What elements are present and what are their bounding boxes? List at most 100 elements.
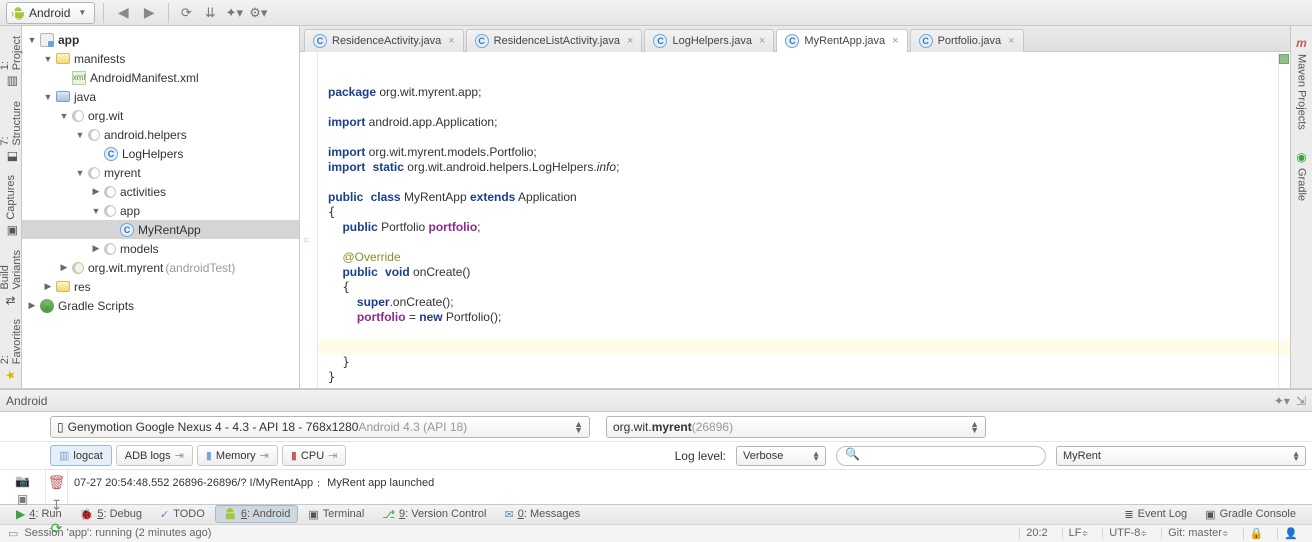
tree-node-models[interactable]: ▶models bbox=[22, 239, 299, 258]
rail-favorites[interactable]: ★2: Favorites bbox=[0, 313, 25, 388]
right-tool-rail: mMaven Projects ◉Gradle bbox=[1290, 26, 1312, 388]
code-editor[interactable]: ○ package org.wit.myrent.app; import and… bbox=[300, 52, 1290, 388]
tree-node-loghelpers[interactable]: ·CLogHelpers bbox=[22, 144, 299, 163]
history-forward-button[interactable]: ▶ bbox=[138, 2, 160, 24]
hide-icon[interactable]: ⇲ bbox=[1296, 394, 1306, 408]
status-icon[interactable]: ▭ bbox=[8, 527, 18, 540]
device-combo[interactable]: ▯ Genymotion Google Nexus 4 - 4.3 - API … bbox=[50, 416, 590, 438]
package-icon bbox=[72, 262, 84, 274]
tree-node-app-pkg[interactable]: ▼app bbox=[22, 201, 299, 220]
logcat-output[interactable]: 📷 ▣ 🗑 ↧ ⟳ 07-27 20:54:48.552 26896-26896… bbox=[0, 470, 1312, 504]
adb-logs-tab[interactable]: ADB logs ⇥ bbox=[116, 445, 193, 466]
git-branch[interactable]: Git: master ≑ bbox=[1161, 527, 1235, 539]
tree-node-manifest-file[interactable]: ·xmlAndroidManifest.xml bbox=[22, 68, 299, 87]
tool-gradleconsole[interactable]: ▣Gradle Console bbox=[1197, 506, 1304, 523]
tool-debug[interactable]: 🐞5: Debug bbox=[72, 506, 150, 523]
tool-messages[interactable]: ✉0: Messages bbox=[496, 506, 588, 523]
lock-icon[interactable]: 🔒 bbox=[1243, 527, 1270, 540]
tree-node-java[interactable]: ▼java bbox=[22, 87, 299, 106]
tab-loghelpers[interactable]: CLogHelpers.java× bbox=[644, 29, 774, 52]
tree-node-activities[interactable]: ▶activities bbox=[22, 182, 299, 201]
rail-structure[interactable]: ◧7: Structure bbox=[0, 95, 25, 170]
hector-icon[interactable]: 👤 bbox=[1277, 527, 1304, 540]
device-icon: ▯ bbox=[57, 420, 64, 434]
trash-icon[interactable]: 🗑 bbox=[48, 474, 66, 491]
restart-icon[interactable]: ⟳ bbox=[51, 520, 63, 537]
screen-record-icon[interactable]: ▣ bbox=[16, 492, 30, 506]
file-encoding[interactable]: UTF-8≑ bbox=[1102, 527, 1153, 539]
collapse-icon[interactable]: ⇊ bbox=[201, 4, 219, 22]
gear-icon[interactable]: ✦▾ bbox=[1274, 394, 1290, 408]
log-filter-combo[interactable]: MyRent▲▼ bbox=[1056, 446, 1306, 466]
tool-terminal[interactable]: ▣Terminal bbox=[300, 506, 372, 523]
screenshot-icon[interactable]: 📷 bbox=[16, 474, 30, 488]
rail-gradle[interactable]: ◉Gradle bbox=[1294, 144, 1310, 207]
tool-android[interactable]: 6: Android bbox=[215, 505, 299, 523]
tree-node-helpers[interactable]: ▼android.helpers bbox=[22, 125, 299, 144]
module-icon bbox=[40, 33, 54, 47]
eventlog-icon: ≣ bbox=[1124, 508, 1133, 521]
gear-icon[interactable]: ⚙▾ bbox=[249, 4, 267, 22]
cpu-icon: ▮ bbox=[291, 449, 297, 462]
history-back-button[interactable]: ◀ bbox=[112, 2, 134, 24]
close-icon[interactable]: × bbox=[627, 35, 633, 47]
cpu-tab[interactable]: ▮CPU ⇥ bbox=[282, 445, 347, 466]
memory-tab[interactable]: ▮Memory ⇥ bbox=[197, 445, 278, 466]
bottom-toolbar: ▶4: Run 🐞5: Debug ✓TODO 6: Android ▣Term… bbox=[0, 504, 1312, 524]
caret-position[interactable]: 20:2 bbox=[1019, 527, 1053, 539]
dropdown-icon: ▲▼ bbox=[812, 451, 820, 461]
process-combo[interactable]: org.wit.myrent (26896) ▲▼ bbox=[606, 416, 986, 438]
run-config-combo[interactable]: Android ▼ bbox=[6, 2, 95, 24]
close-icon[interactable]: × bbox=[448, 35, 454, 47]
sync-icon[interactable]: ⟳ bbox=[177, 4, 195, 22]
rail-project[interactable]: ▤1: Project bbox=[0, 30, 25, 94]
override-marker-icon[interactable]: ○ bbox=[303, 235, 309, 246]
tab-residencelistactivity[interactable]: CResidenceListActivity.java× bbox=[466, 29, 643, 52]
class-icon: C bbox=[653, 34, 667, 48]
tool-todo[interactable]: ✓TODO bbox=[152, 506, 213, 523]
console-icon: ▣ bbox=[1205, 508, 1215, 521]
terminal-icon: ▣ bbox=[308, 508, 318, 521]
tab-portfolio[interactable]: CPortfolio.java× bbox=[910, 29, 1024, 52]
rail-maven[interactable]: mMaven Projects bbox=[1294, 30, 1310, 136]
tool-eventlog[interactable]: ≣Event Log bbox=[1116, 506, 1195, 523]
captures-icon: ▣ bbox=[4, 225, 18, 236]
tree-node-myrentapp[interactable]: ·CMyRentApp bbox=[22, 220, 299, 239]
close-icon[interactable]: × bbox=[1008, 35, 1014, 47]
close-icon[interactable]: × bbox=[892, 35, 898, 47]
log-search-input[interactable]: 🔍 bbox=[836, 446, 1046, 466]
tree-node-gradle[interactable]: ▶Gradle Scripts bbox=[22, 296, 299, 315]
settings-icon[interactable]: ✦▾ bbox=[225, 4, 243, 22]
tab-residenceactivity[interactable]: CResidenceActivity.java× bbox=[304, 29, 464, 52]
variants-icon: ⇅ bbox=[4, 295, 18, 305]
tab-myrentapp[interactable]: CMyRentApp.java× bbox=[776, 29, 907, 52]
error-stripe[interactable] bbox=[1278, 52, 1290, 388]
tool-vcs[interactable]: ⎇9: Version Control bbox=[374, 506, 494, 523]
close-icon[interactable]: × bbox=[759, 35, 765, 47]
tree-node-myrent[interactable]: ▼myrent bbox=[22, 163, 299, 182]
line-separator[interactable]: LF≑ bbox=[1062, 527, 1095, 539]
code-content: package org.wit.myrent.app; import andro… bbox=[318, 52, 1290, 388]
rail-captures[interactable]: ▣Captures bbox=[3, 169, 19, 244]
pin-icon: ⇥ bbox=[260, 449, 269, 462]
logcat-tab[interactable]: ▥logcat bbox=[50, 445, 112, 466]
tree-node-manifests[interactable]: ▼manifests bbox=[22, 49, 299, 68]
dropdown-icon: ▲▼ bbox=[1292, 451, 1300, 461]
logcat-toolbar: ▥logcat ADB logs ⇥ ▮Memory ⇥ ▮CPU ⇥ Log … bbox=[0, 442, 1312, 470]
divider bbox=[168, 3, 169, 23]
tree-node-app[interactable]: ▼app bbox=[22, 30, 299, 49]
project-tree[interactable]: ▼app ▼manifests ·xmlAndroidManifest.xml … bbox=[22, 26, 300, 388]
logcat-left-gutter: 📷 ▣ bbox=[0, 470, 46, 504]
pin-icon: ⇥ bbox=[328, 449, 337, 462]
rail-build-variants[interactable]: ⇅Build Variants bbox=[0, 244, 25, 314]
scroll-end-icon[interactable]: ↧ bbox=[51, 497, 63, 514]
tree-node-orgwit[interactable]: ▼org.wit bbox=[22, 106, 299, 125]
no-errors-icon bbox=[1279, 54, 1289, 64]
status-bar: ▭ Session 'app': running (2 minutes ago)… bbox=[0, 524, 1312, 542]
tree-node-testpkg[interactable]: ▶org.wit.myrent (androidTest) bbox=[22, 258, 299, 277]
log-level-combo[interactable]: Verbose▲▼ bbox=[736, 446, 826, 466]
tree-node-res[interactable]: ▶res bbox=[22, 277, 299, 296]
vcs-icon: ⎇ bbox=[382, 508, 395, 521]
android-panel-header[interactable]: Android ✦▾ ⇲ bbox=[0, 390, 1312, 412]
divider bbox=[103, 3, 104, 23]
